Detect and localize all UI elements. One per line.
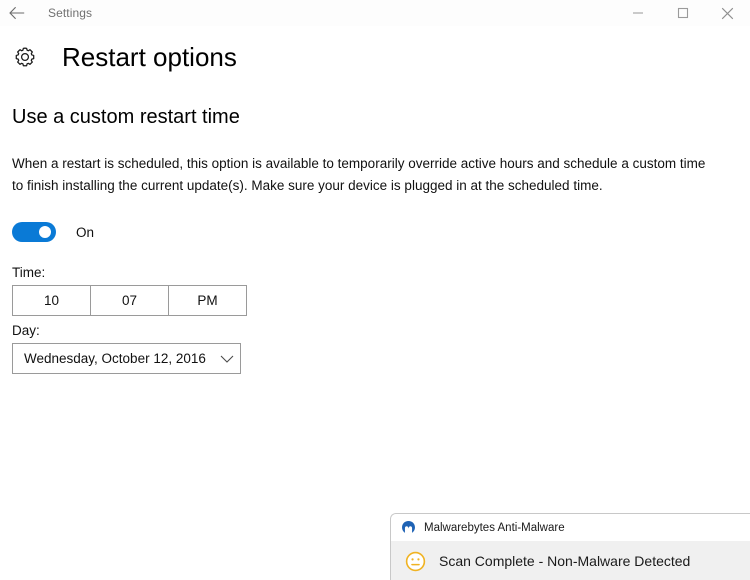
maximize-icon [677, 7, 689, 19]
notification-message: Scan Complete - Non-Malware Detected [439, 553, 691, 569]
close-icon [721, 7, 734, 20]
notification-header: Malwarebytes Anti-Malware [391, 514, 750, 541]
back-arrow-icon [9, 6, 25, 20]
time-meridiem-field[interactable]: PM [168, 285, 247, 316]
notification-app-name: Malwarebytes Anti-Malware [424, 521, 565, 534]
page-header: Restart options [12, 42, 237, 72]
minimize-icon [632, 7, 644, 19]
section-title: Use a custom restart time [12, 106, 240, 128]
malwarebytes-notification[interactable]: Malwarebytes Anti-Malware Scan Complete … [390, 513, 750, 580]
window-controls [615, 0, 750, 26]
chevron-down-icon [214, 354, 240, 364]
toggle-state-label: On [76, 224, 95, 240]
day-label: Day: [12, 323, 40, 338]
day-dropdown[interactable]: Wednesday, October 12, 2016 [12, 343, 241, 374]
page-title: Restart options [62, 42, 237, 72]
day-dropdown-value: Wednesday, October 12, 2016 [24, 351, 206, 366]
neutral-face-icon [404, 550, 426, 572]
window-title: Settings [48, 6, 93, 20]
minimize-button[interactable] [615, 0, 660, 26]
malwarebytes-logo-icon [400, 520, 416, 536]
gear-icon [12, 42, 38, 72]
section-description: When a restart is scheduled, this option… [12, 156, 706, 193]
notification-body: Scan Complete - Non-Malware Detected [391, 541, 750, 580]
toggle-knob [39, 226, 51, 238]
time-hour-field[interactable]: 10 [12, 285, 91, 316]
back-button[interactable] [2, 0, 32, 26]
close-button[interactable] [705, 0, 750, 26]
custom-restart-toggle[interactable] [12, 222, 56, 242]
time-minute-field[interactable]: 07 [90, 285, 169, 316]
custom-restart-toggle-row: On [12, 222, 94, 242]
maximize-button[interactable] [660, 0, 705, 26]
time-picker: 10 07 PM [12, 285, 247, 316]
title-bar: Settings [0, 0, 750, 26]
time-label: Time: [12, 265, 46, 280]
